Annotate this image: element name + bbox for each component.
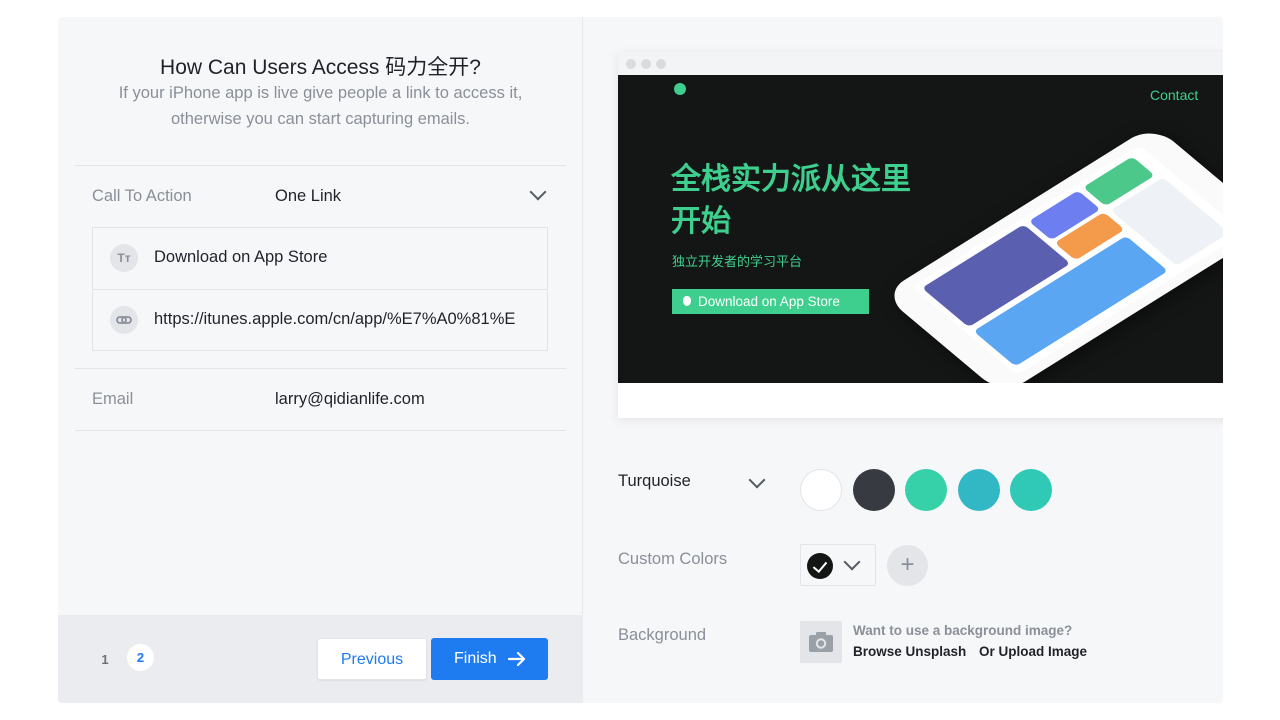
cta-fields: Tт Download on App Store https://itunes.… [92,227,548,351]
color-swatch-teal[interactable] [958,469,1000,511]
arrow-right-icon [508,652,526,666]
page-1-button[interactable]: 1 [98,652,112,667]
hero-button-label: Download on App Store [698,294,840,309]
email-label: Email [92,390,134,408]
apple-icon [683,296,691,306]
cta-link-url[interactable]: https://itunes.apple.com/cn/app/%E7%A0%8… [154,310,531,329]
divider [75,165,566,166]
previous-button[interactable]: Previous [317,638,427,680]
divider [75,368,566,369]
phone-mockup [881,124,1223,383]
contact-link[interactable]: Contact [1150,87,1198,103]
finish-button-label: Finish [454,650,497,667]
checkmark-icon [807,553,833,579]
color-swatch-turquoise[interactable] [1010,469,1052,511]
cta-text-field[interactable]: Tт Download on App Store [93,228,547,289]
brand-logo [674,83,716,97]
panel-subtitle: If your iPhone app is live give people a… [118,84,523,128]
logo-mark-icon [674,83,686,95]
custom-colors-label: Custom Colors [618,550,728,568]
phone-screen [912,145,1223,375]
cta-button-text[interactable]: Download on App Store [154,248,531,267]
hero-title: 全栈实力派从这里开始 [671,163,911,238]
email-field[interactable]: larry@qidianlife.com [275,390,425,409]
preview-panel: Contact 全栈实力派从这里开始 独立开发者的学习平台 Download o… [583,17,1223,703]
window-dot-icon [656,59,666,69]
camera-icon[interactable] [800,621,842,663]
chevron-down-icon [843,553,861,571]
text-format-icon: Tт [110,244,138,272]
finish-button[interactable]: Finish [431,638,548,680]
browser-bar [618,52,1223,75]
upload-image-link[interactable]: Or Upload Image [979,644,1087,659]
theme-select-label[interactable]: Turquoise [618,472,691,491]
panel-title: How Can Users Access 码力全开? [160,56,481,79]
color-swatch-green[interactable] [905,469,947,511]
color-swatch-dark[interactable] [853,469,895,511]
editor-window: How Can Users Access 码力全开? If your iPhon… [58,17,1223,703]
background-prompt: Want to use a background image? [853,623,1073,638]
chevron-down-icon [529,183,547,201]
call-to-action-label: Call To Action [92,187,192,205]
hero-subtitle: 独立开发者的学习平台 [672,254,803,269]
background-label: Background [618,626,707,644]
page-2-button[interactable]: 2 [127,644,154,671]
wizard-footer: 1 2 Previous Finish [58,615,583,703]
add-color-button[interactable]: + [887,545,928,586]
window-dot-icon [626,59,636,69]
divider [75,430,566,431]
website-preview: Contact 全栈实力派从这里开始 独立开发者的学习平台 Download o… [618,52,1223,418]
browse-unsplash-link[interactable]: Browse Unsplash [853,644,966,659]
hero-section: Contact 全栈实力派从这里开始 独立开发者的学习平台 Download o… [618,75,1223,383]
window-dot-icon [641,59,651,69]
call-to-action-value: One Link [275,187,342,205]
call-to-action-select[interactable]: One Link [268,177,558,217]
custom-color-picker[interactable] [800,544,876,586]
color-swatch-white[interactable] [800,469,842,511]
hero-download-button[interactable]: Download on App Store [672,289,869,314]
settings-panel: How Can Users Access 码力全开? If your iPhon… [58,17,583,703]
link-icon [110,306,138,334]
chevron-down-icon[interactable] [748,471,766,489]
cta-link-field[interactable]: https://itunes.apple.com/cn/app/%E7%A0%8… [93,289,547,350]
